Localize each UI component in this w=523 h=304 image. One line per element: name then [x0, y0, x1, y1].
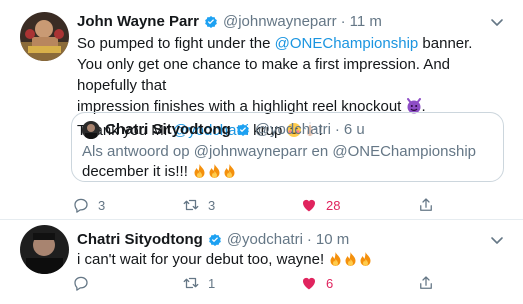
verified-badge-icon	[203, 14, 219, 30]
tweet-text: i can't wait for your debut too, wayne!	[77, 249, 507, 273]
reply-context: Als antwoord op @johnwayneparr en @ONECh…	[82, 143, 476, 160]
heart-filled-icon	[303, 277, 315, 290]
retweet-button[interactable]: 1	[182, 274, 215, 292]
author-handle[interactable]: @johnwayneparr	[223, 13, 337, 30]
tweet-text-line-1: So pumped to fight under the @ONEChampio…	[77, 35, 473, 52]
mention-link[interactable]: @ONEChampionship	[275, 35, 419, 52]
tweet-john-wayne-parr[interactable]: John Wayne Parr @johnwayneparr · 11 m So…	[0, 0, 523, 220]
avatar-john-wayne-parr[interactable]	[20, 12, 69, 61]
tweet-header: Chatri Sityodtong @yodchatri · 10 m	[77, 231, 349, 248]
retweet-icon	[183, 199, 199, 211]
avatar-chatri-sityodtong[interactable]	[20, 225, 69, 274]
share-button[interactable]	[417, 196, 435, 214]
like-count: 28	[326, 197, 341, 213]
timestamp[interactable]: 11 m	[350, 13, 382, 30]
share-button[interactable]	[417, 274, 435, 292]
chevron-down-icon[interactable]	[489, 14, 505, 30]
author-name[interactable]: Chatri Sityodtong	[77, 231, 203, 248]
retweet-count: 3	[208, 197, 216, 213]
avatar-chatri-sityodtong[interactable]	[82, 121, 100, 139]
reply-button[interactable]	[72, 274, 98, 292]
quoted-timestamp[interactable]: 6 u	[344, 121, 365, 138]
retweet-icon	[183, 277, 199, 289]
fire-emoji-icon	[328, 251, 343, 273]
tweet-text-line-2: You only get one chance to make a first …	[77, 56, 451, 94]
tweet-header: John Wayne Parr @johnwayneparr · 11 m	[77, 13, 382, 30]
reply-button[interactable]: 3	[72, 196, 105, 214]
like-button[interactable]: 6	[300, 274, 333, 292]
separator-dot: ·	[340, 13, 346, 30]
reply-count: 3	[98, 197, 106, 213]
timestamp[interactable]: 10 m	[316, 231, 349, 248]
author-handle[interactable]: @yodchatri	[227, 231, 303, 248]
like-count: 6	[326, 275, 334, 291]
fire-emoji-icon	[222, 163, 237, 183]
retweet-button[interactable]: 3	[182, 196, 215, 214]
heart-filled-icon	[303, 199, 315, 212]
quoted-author-handle[interactable]: @yodchatri	[255, 121, 331, 138]
fire-emoji-icon	[343, 251, 358, 273]
author-name[interactable]: John Wayne Parr	[77, 13, 199, 30]
verified-badge-icon	[207, 232, 223, 248]
fire-emoji-icon	[192, 163, 207, 183]
fire-emoji-icon	[358, 251, 373, 273]
quoted-author-name[interactable]: Chatri Sityodtong	[105, 121, 231, 138]
like-button[interactable]: 28	[300, 196, 340, 214]
quoted-tweet-header: Chatri Sityodtong @yodchatri · 6 u	[105, 121, 365, 138]
verified-badge-icon	[235, 122, 251, 138]
reply-icon	[74, 198, 88, 213]
retweet-count: 1	[208, 275, 216, 291]
quoted-tweet-text: december it is!!!	[82, 163, 237, 183]
fire-emoji-icon	[207, 163, 222, 183]
quoted-tweet[interactable]: Chatri Sityodtong @yodchatri · 6 u Als a…	[71, 112, 504, 182]
tweet-actions: 3 3 28	[72, 196, 452, 216]
share-icon	[420, 198, 432, 211]
separator-dot: ·	[334, 121, 340, 138]
share-icon	[420, 276, 432, 289]
tweet-actions: 1 6	[72, 274, 452, 294]
chevron-down-icon[interactable]	[489, 232, 505, 248]
reply-icon	[74, 276, 88, 291]
separator-dot: ·	[306, 231, 312, 248]
